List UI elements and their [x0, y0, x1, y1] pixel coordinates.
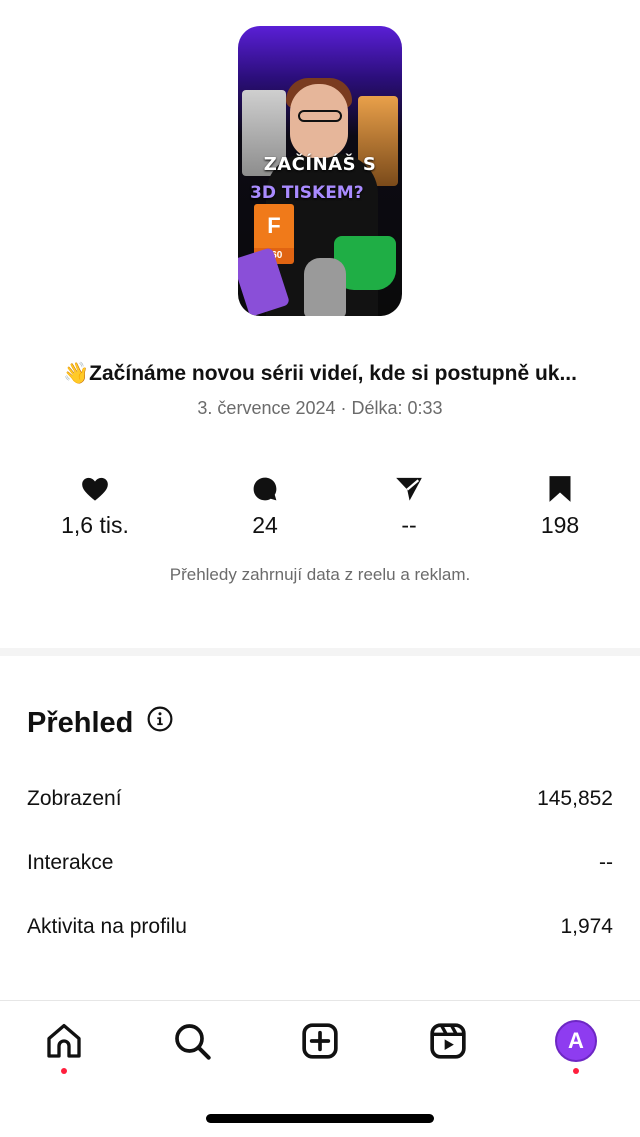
bookmark-icon [500, 474, 620, 504]
post-meta: 3. července 2024 · Délka: 0:33 [197, 398, 443, 418]
row-label: Zobrazení [27, 787, 122, 810]
waving-hand-emoji: 👋 [63, 362, 90, 385]
row-label: Interakce [27, 851, 114, 874]
likes-count: 1,6 tis. [61, 512, 129, 538]
create-icon[interactable] [295, 1016, 345, 1066]
share-icon [349, 474, 469, 504]
caption-text: Začínáme novou sérii videí, kde si postu… [89, 362, 577, 385]
shares-count: -- [401, 512, 417, 538]
comments-stat: 24 [205, 474, 325, 539]
stats-note: Přehledy zahrnují data z reelu a reklam. [169, 565, 471, 584]
profile-avatar[interactable]: A [551, 1016, 601, 1066]
heart-icon [35, 474, 155, 504]
home-indicator [206, 1114, 434, 1123]
overview-row-profile-activity: Aktivita na profilu 1,974 [27, 915, 613, 939]
comment-icon [205, 474, 325, 504]
bottom-navigation: A [0, 1016, 640, 1076]
overview-title: Přehled [27, 706, 134, 739]
likes-stat: 1,6 tis. [35, 474, 155, 539]
comments-count: 24 [252, 512, 278, 538]
avatar: A [555, 1020, 597, 1062]
overview-row-views: Zobrazení 145,852 [27, 787, 613, 811]
info-icon[interactable] [147, 706, 173, 740]
reel-thumbnail[interactable]: ZAČÍNÁŠ S 3D TISKEM? F 360 [238, 26, 402, 316]
row-value: 145,852 [537, 787, 613, 810]
overview-row-interactions: Interakce -- [27, 851, 613, 875]
section-divider [0, 648, 640, 656]
profile-notification-dot [573, 1068, 579, 1074]
post-caption[interactable]: 👋Začínáme novou sérii videí, kde si post… [0, 362, 640, 386]
search-icon[interactable] [167, 1016, 217, 1066]
row-value: 1,974 [560, 915, 613, 938]
shares-stat: -- [349, 474, 469, 539]
nav-divider [0, 1000, 640, 1001]
saves-stat: 198 [500, 474, 620, 539]
thumbnail-title-line2: 3D TISKEM? [250, 183, 364, 203]
home-icon[interactable] [39, 1016, 89, 1066]
avatar-letter: A [568, 1028, 584, 1053]
hand-object-image [304, 258, 346, 316]
overview-heading: Přehled [27, 706, 173, 740]
thumbnail-title-line1: ZAČÍNÁŠ S [263, 154, 377, 175]
home-notification-dot [61, 1068, 67, 1074]
saves-count: 198 [540, 512, 580, 538]
row-value: -- [599, 851, 613, 874]
fusion-logo-letter: F [254, 204, 294, 248]
row-label: Aktivita na profilu [27, 915, 187, 938]
glasses-image [298, 110, 342, 122]
reels-icon[interactable] [423, 1016, 473, 1066]
